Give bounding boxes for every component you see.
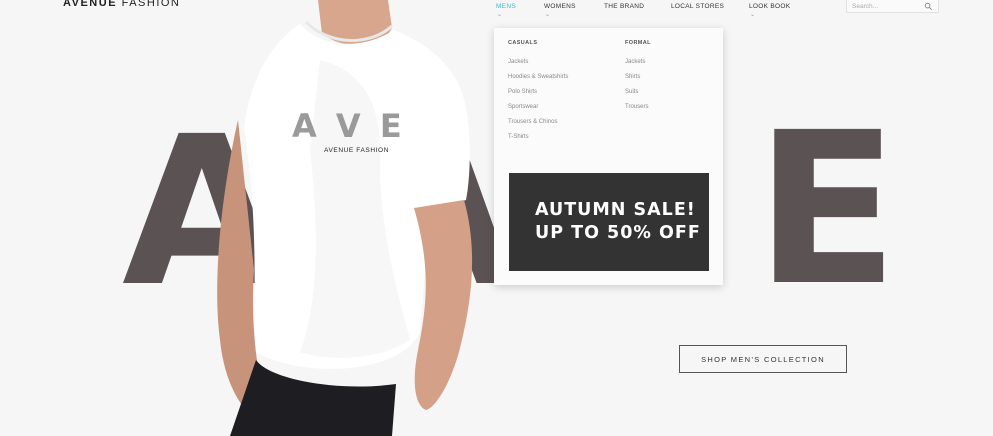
model-image: A V E AVENUE FASHION	[217, 0, 473, 436]
menu-link-jackets[interactable]: Jackets	[508, 59, 568, 74]
hero-letter-e: E	[755, 87, 899, 332]
menu-link-hoodies[interactable]: Hoodies & Sweatshirts	[508, 74, 568, 89]
shop-mens-collection-button[interactable]: SHOP MEN’S COLLECTION	[679, 345, 847, 373]
mens-mega-menu: CASUALS Jackets Hoodies & Sweatshirts Po…	[494, 28, 723, 285]
menu-link-jackets[interactable]: Jackets	[625, 59, 651, 74]
menu-link-suits[interactable]: Suits	[625, 89, 651, 104]
menu-link-polo-shirts[interactable]: Polo Shirts	[508, 89, 568, 104]
menu-column-heading: FORMAL	[625, 40, 651, 46]
shirt-print-letters: A V E	[292, 107, 406, 145]
menu-link-trousers[interactable]: Trousers	[625, 104, 651, 119]
menu-link-shirts[interactable]: Shirts	[625, 74, 651, 89]
menu-column-formal: FORMAL Jackets Shirts Suits Trousers	[625, 40, 651, 119]
menu-link-sportswear[interactable]: Sportswear	[508, 104, 568, 119]
shirt-print-brand: AVENUE FASHION	[324, 147, 389, 154]
menu-link-t-shirts[interactable]: T-Shirts	[508, 134, 568, 149]
menu-link-trousers-chinos[interactable]: Trousers & Chinos	[508, 119, 568, 134]
menu-column-heading: CASUALS	[508, 40, 538, 46]
autumn-sale-banner[interactable]: AUTUMN SALE! UP TO 50% OFF	[509, 173, 709, 271]
menu-column-casuals: CASUALS Jackets Hoodies & Sweatshirts Po…	[508, 40, 568, 149]
promo-line-1: AUTUMN SALE!	[535, 200, 696, 220]
promo-line-2: UP TO 50% OFF	[535, 223, 701, 243]
